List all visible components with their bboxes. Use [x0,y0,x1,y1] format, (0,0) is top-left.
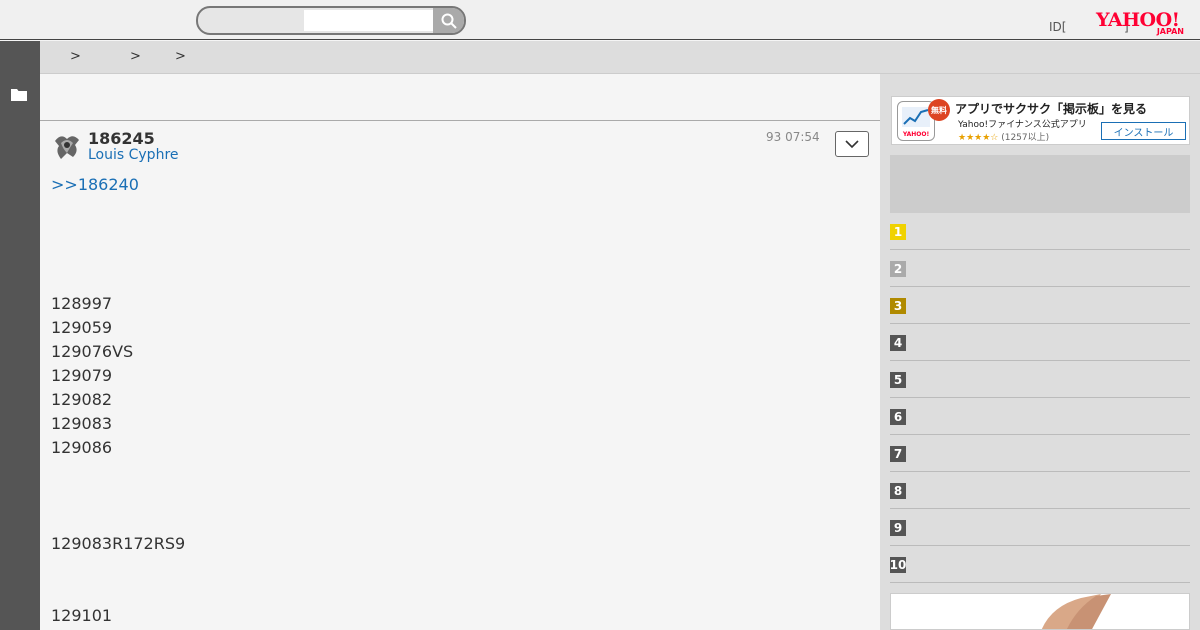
ranking-row[interactable]: 5 [890,361,1190,398]
rank-badge: 2 [890,261,906,277]
install-button[interactable]: インストール [1101,122,1186,140]
rank-badge: 10 [889,557,907,573]
ad-title: アプリでサクサク「掲示板」を見る [955,102,1148,116]
rank-badge: 4 [890,335,906,351]
main-content: 186245 Louis Cyphre 93 07:54 >>186240 12… [40,74,880,630]
yahoo-logo-sub: JAPAN [1156,27,1184,36]
folder-icon[interactable] [11,88,27,101]
rank-badge: 9 [890,520,906,536]
ranking-row[interactable]: 10 [890,546,1190,583]
promo-illustration [1041,594,1111,629]
ranking-row[interactable]: 9 [890,509,1190,546]
app-ad-banner[interactable]: YAHOO! 無料 アプリでサクサク「掲示板」を見る Yahoo!ファイナンス公… [891,96,1190,145]
right-sidebar: YAHOO! 無料 アプリでサクサク「掲示板」を見る Yahoo!ファイナンス公… [880,74,1200,630]
post-menu-button[interactable] [835,131,869,157]
post-line: 128997 [51,294,113,313]
rating-stars: ★★★★☆ (1257以上) [958,130,1049,143]
rank-badge: 8 [890,483,906,499]
ranking-row[interactable]: 3 [890,287,1190,324]
post-timestamp: 93 07:54 [766,130,820,144]
post-line: 129076VS [51,342,134,361]
post-line: 129079 [51,366,113,385]
ranking-row[interactable]: 2 [890,250,1190,287]
avatar[interactable] [51,131,83,163]
ranking-row[interactable]: 7 [890,435,1190,472]
breadcrumb-separator: > [70,49,81,64]
breadcrumb-separator: > [175,49,186,64]
post-line: 129082 [51,390,113,409]
promo-image[interactable] [890,593,1190,630]
post-line: 129083R172RS9 [51,534,186,553]
rank-badge: 7 [890,446,906,462]
chevron-down-icon [845,139,859,148]
post-line: 129086 [51,438,113,457]
rank-badge: 5 [890,372,906,388]
star-rating-icon: ★★★★☆ [958,133,999,143]
left-sidebar [0,41,40,630]
yahoo-logo[interactable]: YAHOO! JAPAN [1096,9,1188,37]
top-header: ID[ ] YAHOO! JAPAN [0,0,1200,40]
post-line: 129101 [51,606,113,625]
post-line: 129059 [51,318,113,337]
ranking-header-placeholder [890,155,1190,213]
post-author-link[interactable]: Louis Cyphre [88,147,179,163]
rank-badge: 3 [890,298,906,314]
rank-badge: 1 [890,224,906,240]
login-id-label[interactable]: ID[ [1049,20,1066,34]
breadcrumb: > > > [40,41,1200,74]
rank-badge: 6 [890,409,906,425]
ranking-row[interactable]: 8 [890,472,1190,509]
thread-header-area [40,74,880,121]
ranking-row[interactable]: 4 [890,324,1190,361]
ranking-row[interactable]: 6 [890,398,1190,435]
post-line: 129083 [51,414,113,433]
search-box [196,6,466,35]
reply-anchor-link[interactable]: >>186240 [51,175,139,194]
search-input[interactable] [304,10,434,31]
free-badge: 無料 [928,99,950,121]
ranking-row[interactable]: 1 [890,213,1190,250]
breadcrumb-separator: > [130,49,141,64]
ad-subtitle: Yahoo!ファイナンス公式アプリ [958,120,1087,130]
svg-text:YAHOO!: YAHOO! [902,131,929,138]
search-button[interactable] [433,8,464,33]
rating-count: (1257以上) [1001,133,1050,143]
post-number: 186245 [88,129,155,148]
search-icon [441,13,457,29]
